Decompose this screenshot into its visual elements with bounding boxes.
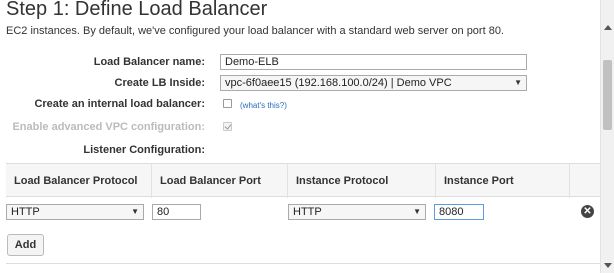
divider [6, 263, 600, 264]
create-inside-label: Create LB Inside: [114, 77, 205, 89]
instance-port-input[interactable] [434, 204, 484, 220]
instance-protocol-value: HTTP [293, 206, 322, 218]
remove-icon[interactable]: ✕ [581, 205, 594, 218]
scrollbar-thumb[interactable] [603, 60, 612, 130]
vpc-select-value: vpc-6f0aee15 (192.168.100.0/24) | Demo V… [225, 77, 452, 89]
advanced-vpc-checkbox [223, 122, 232, 131]
table-row: HTTP ▼ HTTP ▼ ✕ [6, 198, 600, 226]
header-actions [570, 164, 600, 198]
instance-protocol-select[interactable]: HTTP ▼ [288, 204, 426, 220]
page-viewport: Step 1: Define Load Balancer EC2 instanc… [0, 0, 600, 273]
chevron-down-icon: ▼ [413, 207, 421, 216]
vertical-scrollbar[interactable] [600, 0, 614, 273]
page-title: Step 1: Define Load Balancer [6, 0, 268, 20]
header-instance-port: Instance Port [436, 164, 570, 198]
lb-name-label: Load Balancer name: [93, 56, 205, 68]
header-instance-protocol: Instance Protocol [288, 164, 436, 198]
lb-name-input[interactable] [220, 54, 527, 70]
scroll-up-icon[interactable] [604, 25, 612, 30]
header-lb-protocol: Load Balancer Protocol [6, 164, 152, 198]
whats-this-link[interactable]: (what's this?) [240, 101, 287, 110]
lb-protocol-select[interactable]: HTTP ▼ [6, 204, 144, 220]
lb-port-input[interactable] [152, 204, 201, 220]
lb-protocol-value: HTTP [11, 206, 40, 218]
listener-table-header: Load Balancer Protocol Load Balancer Por… [6, 163, 600, 198]
header-lb-port: Load Balancer Port [152, 164, 288, 198]
intro-text: EC2 instances. By default, we've configu… [6, 25, 504, 37]
chevron-down-icon: ▼ [514, 78, 522, 87]
listener-config-label: Listener Configuration: [83, 144, 205, 156]
add-listener-button[interactable]: Add [7, 234, 44, 256]
vpc-select[interactable]: vpc-6f0aee15 (192.168.100.0/24) | Demo V… [220, 75, 527, 91]
internal-lb-checkbox[interactable] [223, 99, 232, 108]
internal-lb-label: Create an internal load balancer: [34, 98, 205, 110]
advanced-vpc-label: Enable advanced VPC configuration: [12, 121, 205, 133]
chevron-down-icon: ▼ [131, 207, 139, 216]
scroll-down-icon[interactable] [604, 263, 612, 268]
